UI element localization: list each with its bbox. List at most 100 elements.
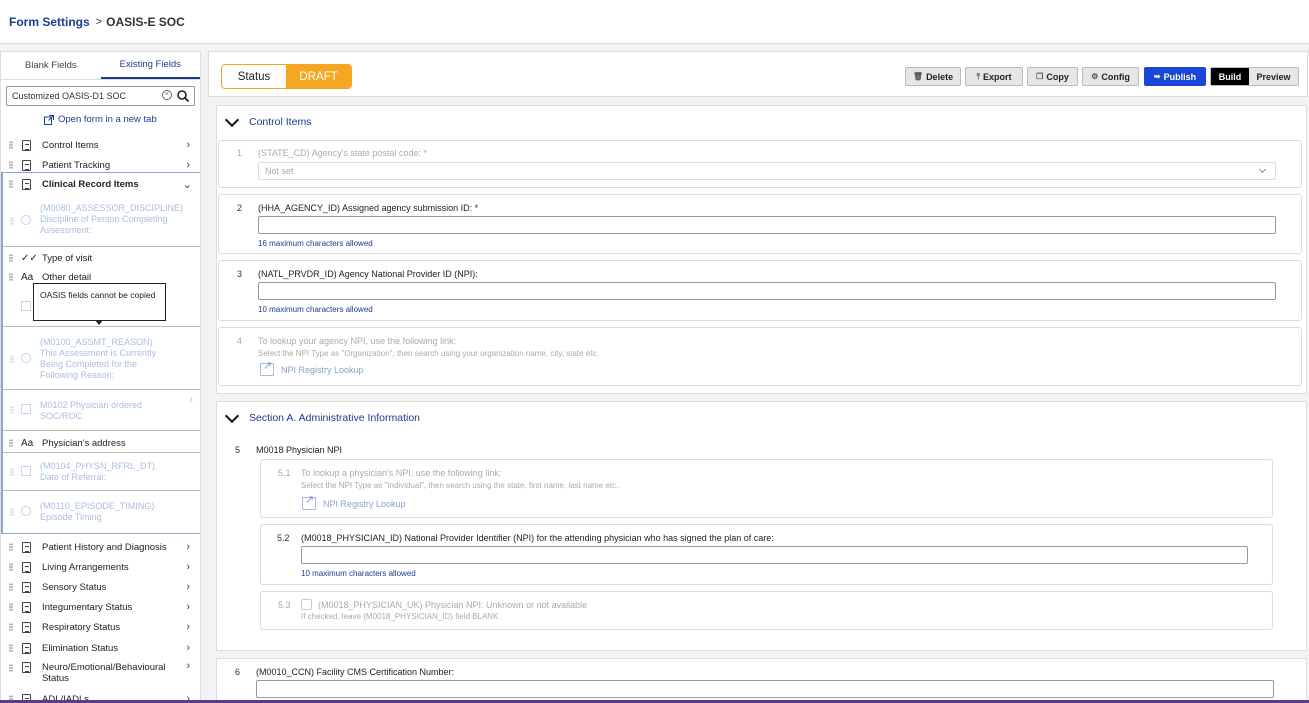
- field-other-detail[interactable]: Aa Other detail: [3, 270, 200, 284]
- sidebar-item-neuro-emotional[interactable]: Neuro/Emotional/Behavioural Status ›: [1, 660, 200, 685]
- agency-id-input[interactable]: [258, 216, 1276, 234]
- chevron-down-icon: ⌄: [182, 178, 192, 191]
- field-physicians-address[interactable]: Aa Physician's address: [3, 436, 200, 450]
- document-icon: [22, 601, 31, 613]
- document-icon: [22, 139, 31, 151]
- drag-handle-icon[interactable]: [9, 273, 13, 281]
- export-button[interactable]: ⤒ Export: [965, 67, 1023, 86]
- question-4: 4 To lookup your agency NPI, use the fol…: [218, 327, 1302, 386]
- chevron-down-icon[interactable]: [224, 112, 240, 127]
- drag-handle-icon[interactable]: [9, 563, 13, 571]
- document-icon: [22, 642, 31, 654]
- physician-npi-unknown-checkbox[interactable]: [301, 599, 312, 610]
- drag-handle-icon: [10, 217, 14, 225]
- section-header[interactable]: Control Items: [224, 112, 312, 128]
- document-icon: [22, 178, 31, 190]
- status-label: Status: [237, 70, 271, 83]
- state-code-select[interactable]: Not set: [258, 162, 1276, 180]
- sidebar-item-control-items[interactable]: Control Items ›: [1, 138, 200, 152]
- search-input[interactable]: Customized OASIS-D1 SOC ×: [6, 86, 195, 106]
- sidebar-item-patient-tracking[interactable]: Patient Tracking ›: [1, 158, 200, 172]
- drag-handle-icon[interactable]: [9, 644, 13, 652]
- section-header[interactable]: Section A. Administrative Information: [224, 408, 420, 424]
- chevron-right-icon: ›: [189, 394, 193, 406]
- sidebar-item-living-arrangements[interactable]: Living Arrangements ›: [1, 560, 200, 574]
- field-m0110[interactable]: (M0110_EPISODE_TIMING) Episode Timing: [3, 491, 200, 533]
- agency-npi-input[interactable]: [258, 282, 1276, 300]
- breadcrumb: Form Settings > OASIS-E SOC: [0, 0, 1309, 44]
- physician-npi-input[interactable]: [301, 546, 1248, 564]
- sidebar-item-integumentary-status[interactable]: Integumentary Status ›: [1, 600, 200, 614]
- document-icon: [22, 662, 31, 673]
- physician-npi-lookup-link[interactable]: NPI Registry Lookup: [302, 493, 406, 510]
- section-title: Section A. Administrative Information: [249, 412, 420, 424]
- drag-handle-icon[interactable]: [9, 180, 13, 188]
- tab-existing-fields[interactable]: Existing Fields: [100, 52, 200, 79]
- document-field-icon: [21, 404, 31, 414]
- breadcrumb-form-settings-link[interactable]: Form Settings: [9, 15, 90, 29]
- tab-blank-fields[interactable]: Blank Fields: [1, 52, 101, 79]
- sidebar-item-sensory-status[interactable]: Sensory Status ›: [1, 580, 200, 594]
- drag-handle-icon[interactable]: [9, 543, 13, 551]
- radio-field-icon: [21, 215, 31, 225]
- drag-handle-icon[interactable]: [9, 439, 13, 447]
- document-icon: [22, 581, 31, 593]
- trash-icon: 🗑: [912, 72, 924, 81]
- search-icon[interactable]: [176, 89, 190, 103]
- form-toolbar: Status DRAFT 🗑 Delete ⤒ Export ❐ Copy ⚙ Conf…: [208, 51, 1308, 97]
- clear-icon[interactable]: ×: [162, 90, 172, 100]
- chevron-right-icon: ›: [186, 581, 190, 593]
- copy-button[interactable]: ❐ Copy: [1027, 67, 1078, 86]
- upload-icon: ⤒: [976, 71, 981, 81]
- field-m0102[interactable]: M0102 Physician ordered SOC/ROC ›: [3, 390, 200, 431]
- chevron-down-icon[interactable]: [224, 408, 240, 423]
- text-field-icon: Aa: [21, 437, 34, 449]
- search-value: Customized OASIS-D1 SOC: [12, 91, 127, 101]
- sidebar-item-elimination-status[interactable]: Elimination Status ›: [1, 641, 200, 655]
- facility-ccn-input[interactable]: [256, 680, 1274, 698]
- question-3: 3 (NATL_PRVDR_ID) Agency National Provid…: [218, 260, 1302, 321]
- build-button[interactable]: Build: [1211, 68, 1249, 85]
- calendar-icon: [21, 301, 31, 311]
- question-5-1: 5.1 To lookup a physician's NPI, use the…: [260, 459, 1273, 518]
- drag-handle-icon[interactable]: [9, 603, 13, 611]
- field-m0100[interactable]: (M0100_ASSMT_REASON) This Assessment is …: [3, 327, 200, 390]
- chevron-right-icon: ›: [186, 660, 190, 672]
- drag-handle-icon[interactable]: [9, 161, 13, 169]
- gear-icon: ⚙: [1091, 72, 1099, 81]
- external-link-icon: [260, 359, 274, 376]
- delete-button[interactable]: 🗑 Delete: [905, 67, 961, 86]
- sidebar: Blank Fields Existing Fields Customized …: [0, 51, 201, 703]
- external-link-icon: [44, 114, 54, 125]
- status-indicator: Status DRAFT: [221, 64, 352, 89]
- copy-icon: ❐: [1036, 72, 1044, 81]
- drag-handle-icon[interactable]: [9, 583, 13, 591]
- section-administrative-information: Section A. Administrative Information 5 …: [216, 401, 1307, 651]
- sidebar-item-respiratory-status[interactable]: Respiratory Status ›: [1, 620, 200, 634]
- chevron-right-icon: ›: [186, 642, 190, 654]
- publish-icon: ➥: [1153, 72, 1161, 81]
- npi-registry-lookup-link[interactable]: NPI Registry Lookup: [260, 359, 364, 376]
- drag-handle-icon: [10, 468, 14, 476]
- open-form-new-tab-link[interactable]: Open form in a new tab: [44, 114, 157, 125]
- document-icon: [22, 541, 31, 553]
- field-type-of-visit[interactable]: ✓✓ Type of visit: [3, 251, 200, 265]
- preview-button[interactable]: Preview: [1249, 68, 1298, 85]
- drag-handle-icon: [10, 406, 14, 414]
- field-m0080[interactable]: (M0080_ASSESSOR_DISCIPLINE) Discipline o…: [3, 195, 200, 247]
- sidebar-item-patient-history[interactable]: Patient History and Diagnosis ›: [1, 540, 200, 554]
- question-1: 1 (STATE_CD) Agency's state postal code:…: [218, 140, 1302, 188]
- publish-button[interactable]: ➥ Publish: [1144, 67, 1206, 86]
- radio-field-icon: [21, 353, 31, 363]
- section-title: Control Items: [249, 116, 312, 128]
- field-m0104[interactable]: (M0104_PHYSN_RFRL_DT) Date of Referral:: [3, 452, 200, 491]
- sidebar-item-clinical-record-items[interactable]: Clinical Record Items ⌄: [3, 177, 200, 191]
- drag-handle-icon[interactable]: [9, 141, 13, 149]
- drag-handle-icon[interactable]: [9, 254, 13, 262]
- drag-handle-icon: [10, 355, 14, 363]
- drag-handle-icon: [10, 508, 14, 516]
- drag-handle-icon[interactable]: [9, 623, 13, 631]
- drag-handle-icon[interactable]: [9, 664, 13, 672]
- config-button[interactable]: ⚙ Config: [1082, 67, 1139, 86]
- external-link-icon: [302, 493, 316, 510]
